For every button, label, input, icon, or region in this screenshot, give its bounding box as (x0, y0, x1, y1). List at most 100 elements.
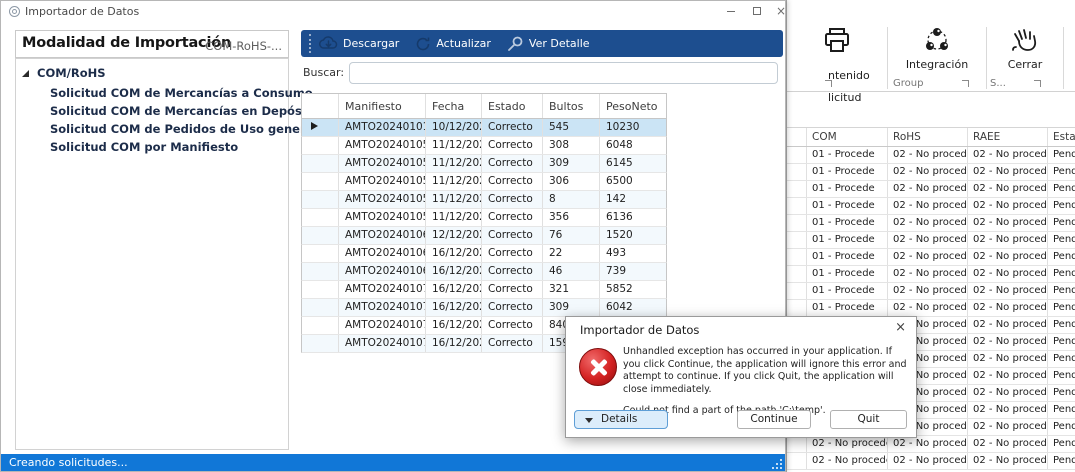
dialog-message-paragraph: Unhandled exception has occurred in your… (623, 346, 911, 396)
dialog-launcher-icon[interactable] (825, 80, 832, 87)
cell-com: 01 - Procede (807, 215, 888, 231)
descargar-button[interactable]: Descargar (319, 36, 399, 51)
cell-raee: 02 - No procede (968, 368, 1048, 384)
table-row[interactable]: AMTO202401064 16/12/2024 Correcto 46 739 (301, 263, 667, 281)
table-row[interactable]: 01 - Procede 02 - No procede 02 - No pro… (787, 198, 1075, 215)
ribbon-button-cerrar[interactable]: Cerrar (990, 23, 1060, 77)
buscar-input[interactable] (349, 62, 778, 84)
cell-pesoneto: 5852 (600, 281, 667, 298)
table-row[interactable]: AMTO202401058 11/12/2024 Correcto 356 61… (301, 209, 667, 227)
table-row[interactable]: 01 - Procede 02 - No procede 02 - No pro… (787, 283, 1075, 300)
titlebar[interactable]: Importador de Datos × (1, 1, 785, 23)
cell-rohs: 02 - No procede (888, 453, 968, 469)
table-row[interactable]: 01 - Procede 02 - No procede 02 - No pro… (787, 215, 1075, 232)
column-header-rohs[interactable]: RoHS (888, 128, 968, 146)
cell-manifiesto: AMTO202401055 (339, 173, 426, 190)
cell-manifiesto: AMTO202401053 (339, 137, 426, 154)
tree-item[interactable]: Solicitud COM de Pedidos de Uso general (50, 122, 319, 140)
cell-bultos: 356 (543, 209, 600, 226)
cell-estado: Pendiente (1048, 164, 1075, 180)
column-header-bultos[interactable]: Bultos (543, 94, 600, 118)
cell-raee: 02 - No procede (968, 351, 1048, 367)
ribbon-button-integracion[interactable]: Integración (891, 23, 983, 77)
table-row[interactable]: 01 - Procede 02 - No procede 02 - No pro… (787, 164, 1075, 181)
table-row[interactable]: AMTO202401056 11/12/2024 Correcto 8 142 (301, 191, 667, 209)
tree-root-com-rohs[interactable]: COM/RoHS (22, 66, 106, 80)
cell-com: 01 - Procede (807, 198, 888, 214)
cell-rohs: 02 - No procede (888, 164, 968, 180)
table-row[interactable]: AMTO202401055 11/12/2024 Correcto 306 65… (301, 173, 667, 191)
table-row[interactable]: 01 - Procede 02 - No procede 02 - No pro… (787, 300, 1075, 317)
toolbar: Descargar Actualizar Ver Detalle (301, 30, 783, 57)
row-indicator (302, 119, 339, 136)
table-row[interactable]: 02 - No procede 02 - No procede 02 - No … (787, 453, 1075, 470)
table-row[interactable]: 02 - No procede 02 - No procede 02 - No … (787, 436, 1075, 453)
column-header-estado[interactable]: Estado (482, 94, 543, 118)
column-header-fecha[interactable]: Fecha (426, 94, 482, 118)
cell-estado: Pendiente (1048, 232, 1075, 248)
cell-rohs: 02 - No procede (888, 215, 968, 231)
table-row[interactable]: 01 - Procede 02 - No procede 02 - No pro… (787, 266, 1075, 283)
cell-pesoneto: 6048 (600, 137, 667, 154)
cell-bultos: 306 (543, 173, 600, 190)
continue-button[interactable]: Continue (737, 410, 811, 429)
cell-bultos: 309 (543, 299, 600, 316)
column-header-raee[interactable]: RAEE (968, 128, 1048, 146)
table-row[interactable]: 01 - Procede 02 - No procede 02 - No pro… (787, 232, 1075, 249)
cell-manifiesto: AMTO202401054 (339, 155, 426, 172)
cell-estado: Correcto (482, 299, 543, 316)
toolbar-grip[interactable] (309, 34, 311, 53)
tree-item[interactable]: Solicitud COM de Mercancías a Consumo (50, 86, 319, 104)
row-indicator (789, 147, 807, 163)
table-row[interactable]: 01 - Procede 02 - No procede 02 - No pro… (787, 147, 1075, 164)
cell-bultos: 76 (543, 227, 600, 244)
resize-grip-icon[interactable] (770, 457, 782, 469)
details-button[interactable]: Details (574, 410, 668, 429)
cell-pesoneto: 6042 (600, 299, 667, 316)
tree-item[interactable]: Solicitud COM por Manifiesto (50, 140, 319, 158)
table-row[interactable]: AMTO202401053 11/12/2024 Correcto 308 60… (301, 137, 667, 155)
cell-estado: Pendiente (1048, 181, 1075, 197)
cell-estado: Pendiente (1048, 283, 1075, 299)
cell-raee: 02 - No procede (968, 215, 1048, 231)
minimize-button[interactable] (723, 5, 739, 19)
ribbon-button-contenido-solicitud[interactable]: ntenido licitud (791, 23, 883, 77)
dialog-launcher-icon[interactable] (962, 80, 969, 87)
cell-raee: 02 - No procede (968, 147, 1048, 163)
table-row[interactable]: 01 - Procede 02 - No procede 02 - No pro… (787, 181, 1075, 198)
table-row[interactable]: AMTO202401063 16/12/2024 Correcto 22 493 (301, 245, 667, 263)
column-header-com[interactable]: COM (807, 128, 888, 146)
status-bar: Creando solicitudes... (1, 454, 785, 471)
table-row[interactable]: AMTO202401054 11/12/2024 Correcto 309 61… (301, 155, 667, 173)
table-row[interactable]: 01 - Procede 02 - No procede 02 - No pro… (787, 249, 1075, 266)
actualizar-button[interactable]: Actualizar (415, 36, 491, 52)
cell-fecha: 12/12/2024 (426, 227, 482, 244)
column-header-pesoneto[interactable]: PesoNeto (600, 94, 667, 118)
maximize-button[interactable] (749, 5, 765, 19)
row-indicator (789, 181, 807, 197)
row-indicator-header (302, 94, 339, 118)
dialog-close-icon[interactable]: × (895, 320, 906, 335)
table-row[interactable]: AMTO202401013 10/12/2024 Correcto 545 10… (301, 119, 667, 137)
table-row[interactable]: AMTO202401061 12/12/2024 Correcto 76 152… (301, 227, 667, 245)
table-row[interactable]: AMTO202401075 16/12/2024 Correcto 309 60… (301, 299, 667, 317)
column-header-manifiesto[interactable]: Manifiesto (339, 94, 426, 118)
table-row[interactable]: AMTO202401070 16/12/2024 Correcto 321 58… (301, 281, 667, 299)
row-indicator (302, 191, 339, 208)
dialog-launcher-icon[interactable] (1034, 80, 1041, 87)
cell-fecha: 16/12/2024 (426, 335, 482, 352)
cell-pesoneto: 10230 (600, 119, 667, 136)
search-row: Buscar: (303, 62, 783, 84)
ver-detalle-button[interactable]: Ver Detalle (507, 36, 590, 52)
cell-rohs: 02 - No procede (888, 266, 968, 282)
column-header-estado[interactable]: Estado (1048, 128, 1075, 146)
row-indicator (302, 209, 339, 226)
tree-item[interactable]: Solicitud COM de Mercancías en Depósito (50, 104, 319, 122)
tree-expander-icon[interactable] (22, 70, 29, 77)
cell-fecha: 10/12/2024 (426, 119, 482, 136)
modality-tree: COM/RoHS Solicitud COM de Mercancías a C… (15, 58, 289, 450)
quit-button[interactable]: Quit (830, 410, 907, 429)
row-indicator (789, 215, 807, 231)
close-button[interactable]: × (773, 5, 789, 19)
cell-estado: Pendiente (1048, 300, 1075, 316)
